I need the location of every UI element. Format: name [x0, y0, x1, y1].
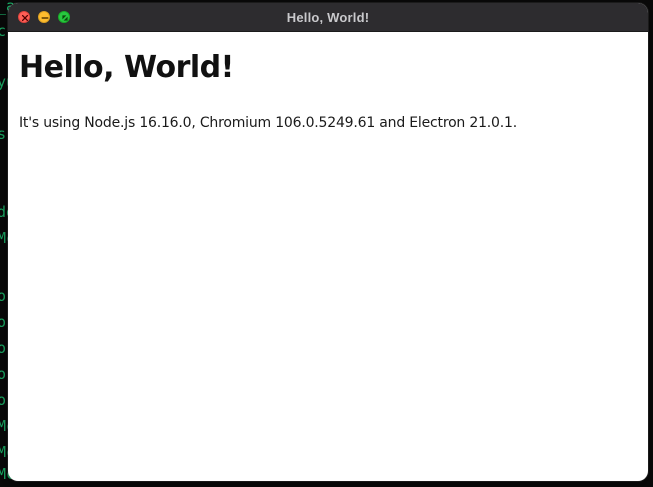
window-titlebar[interactable]: Hello, World! [8, 3, 648, 32]
close-icon [19, 12, 31, 24]
version-separator: and Electron [375, 115, 470, 131]
desktop: _a cr yu s de Mc or or or or or Mc Mc Mc [0, 0, 653, 487]
version-prefix: It's using Node.js [19, 115, 140, 131]
version-info-text: It's using Node.js 16.16.0, Chromium 106… [19, 113, 637, 133]
page-content: Hello, World! It's using Node.js 16.16.0… [8, 32, 648, 151]
maximize-window-button[interactable] [58, 11, 70, 23]
version-suffix: . [512, 115, 517, 131]
maximize-icon [59, 12, 71, 24]
app-window: Hello, World! Hello, World! It's using N… [8, 3, 648, 481]
electron-version: 21.0.1 [469, 115, 513, 131]
close-window-button[interactable] [18, 11, 30, 23]
window-title: Hello, World! [286, 9, 370, 25]
version-separator: , Chromium [191, 115, 276, 131]
terminal-line: s [0, 125, 7, 143]
node-version: 16.16.0 [139, 115, 192, 131]
minimize-icon [39, 12, 51, 24]
window-controls [18, 11, 70, 23]
chromium-version: 106.0.5249.61 [275, 115, 376, 131]
page-heading: Hello, World! [19, 50, 234, 85]
minimize-window-button[interactable] [38, 11, 50, 23]
